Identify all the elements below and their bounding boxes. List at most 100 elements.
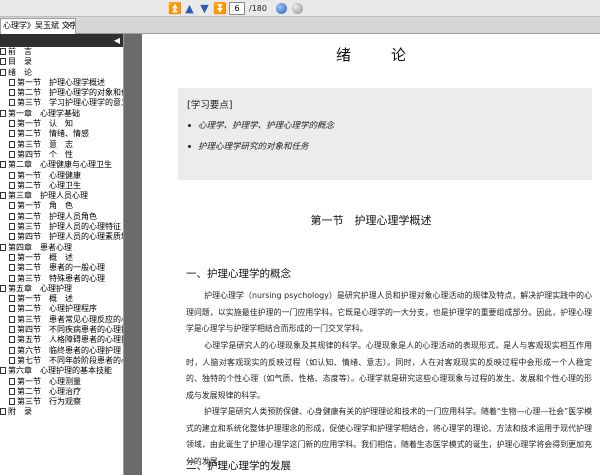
bookmark-item[interactable]: 第一节 心理健康 [0,171,123,181]
bookmark-icon [0,408,6,416]
bookmark-label: 第五节 人格障碍患者的心理护理 [17,335,123,345]
bookmark-item[interactable]: 第四节 护理人员的心理素质培养 [0,232,123,242]
bookmark-label: 第三节 特殊患者的心理 [17,273,105,283]
bookmark-label: 第一节 心理测量 [17,376,81,386]
bookmark-icon [9,387,15,395]
bookmark-label: 第四节 护理人员的心理素质培养 [17,232,123,242]
zoom-icon[interactable] [292,3,303,14]
bookmark-item[interactable]: 第六节 临终患者的心理护理 [0,346,123,356]
bookmark-item[interactable]: 第三节 特殊患者的心理 [0,274,123,284]
bookmark-item[interactable]: 第二节 护理人员角色 [0,212,123,222]
page-title: 绪论 [335,46,446,64]
bookmark-item[interactable]: 第一节 角 色 [0,201,123,211]
prev-page-icon[interactable]: ▲ [183,2,196,15]
bookmark-label: 附 录 [8,407,32,417]
document-tab[interactable]: 心理学》吴玉斌 文字版 × [0,18,76,34]
bookmark-label: 第一节 概 述 [17,294,73,304]
bookmark-label: 第四节 个 性 [17,149,73,159]
bookmark-icon [9,264,15,272]
bookmark-label: 第三节 护理人员的心理特征 [17,222,121,232]
bookmark-item[interactable]: 第一节 认 知 [0,119,123,129]
bookmark-item[interactable]: 第二节 心理治疗 [0,387,123,397]
bookmark-icon [9,377,15,385]
bookmark-item[interactable]: 第二节 情绪、情感 [0,129,123,139]
bookmark-label: 第三节 行为观察 [17,397,81,407]
bookmark-icon [0,161,6,169]
bookmark-label: 第一节 角 色 [17,201,73,211]
bookmark-item[interactable]: 第六章 心理护理的基本技能 [0,366,123,376]
bookmark-item[interactable]: 第三节 护理人员的心理特征 [0,222,123,232]
bookmark-item[interactable]: 第二节 护理心理学的对象和任务 [0,88,123,98]
section-title: 第一节 护理心理学概述 [310,214,432,227]
bullet-icon [188,124,191,127]
bookmark-item[interactable]: 第一章 心理学基础 [0,109,123,119]
bookmark-label: 第三节 学习护理心理学的意义 [17,98,124,108]
bullet-icon [188,145,191,148]
bookmark-item[interactable]: 第三节 学习护理心理学的意义 [0,98,123,108]
bookmark-icon [9,78,15,86]
bookmark-item[interactable]: 第一节 心理测量 [0,377,123,387]
bookmark-item[interactable]: 第二章 心理健康与心理卫生 [0,160,123,170]
bookmark-item[interactable]: 第一节 概 述 [0,294,123,304]
subsection-heading: 一、护理心理学的概念 [186,268,291,280]
bookmark-label: 第六节 临终患者的心理护理 [17,345,121,355]
bookmark-label: 第二章 心理健康与心理卫生 [8,160,112,170]
bookmark-icon [9,120,15,128]
bookmark-label: 第二节 心理卫生 [17,180,81,190]
bookmark-item[interactable]: 第四节 不同疾病患者的心理护理 [0,325,123,335]
bookmark-icon [0,243,6,251]
bookmark-label: 第二节 护理心理学的对象和任务 [17,88,123,98]
bookmark-item[interactable]: 绪 论 [0,68,123,78]
bookmark-label: 第六章 心理护理的基本技能 [8,366,112,376]
tab-bar: 心理学》吴玉斌 文字版 × [0,17,600,34]
bookmark-label: 第五章 心理护理 [8,283,72,293]
bookmark-item[interactable]: 第五章 心理护理 [0,284,123,294]
close-icon[interactable]: × [65,19,73,33]
bookmark-icon [9,233,15,241]
document-page: 绪论 [学习要点] 心理学、护理学、护理心理学的概念 护理心理学研究的对象和任务… [142,34,600,475]
bookmark-item[interactable]: 第五节 人格障碍患者的心理护理 [0,335,123,345]
pane-divider[interactable] [124,34,142,475]
bookmark-item[interactable]: 第四节 个 性 [0,150,123,160]
first-page-icon[interactable]: ⏫ [168,2,182,15]
bookmark-label: 第一节 心理健康 [17,170,81,180]
bookmark-icon [9,346,15,354]
bookmark-item[interactable]: 第四章 患者心理 [0,243,123,253]
last-page-icon[interactable]: ⏬ [213,2,227,15]
bookmark-icon [9,253,15,261]
bookmark-item[interactable]: 第一节 概 述 [0,253,123,263]
bookmark-item[interactable]: 第二节 患者的一般心理 [0,263,123,273]
key-point-item: 心理学、护理学、护理心理学的概念 [188,119,334,131]
page-total-label: /180 [249,4,267,13]
bookmark-item[interactable]: 第三节 患者常见心理反应的心理护理 [0,315,123,325]
bookmark-label: 第二节 心理治疗 [17,386,81,396]
next-page-icon[interactable]: ▼ [198,2,211,15]
bookmark-item[interactable]: 目 录 [0,57,123,67]
bookmark-item[interactable]: 第二节 心理卫生 [0,181,123,191]
go-icon[interactable] [276,3,287,14]
bookmark-icon [9,356,15,364]
bookmark-item[interactable]: 第二节 心理护理程序 [0,304,123,314]
bookmark-item[interactable]: 第三节 行为观察 [0,397,123,407]
paragraph: 心理学是研究人的心理现象及其规律的科学。心理现象是人的心理活动的表现形式，是人与… [186,341,592,400]
bookmark-icon [9,326,15,334]
bookmark-item[interactable]: 第一节 护理心理学概述 [0,78,123,88]
bookmark-label: 第一节 认 知 [17,119,73,129]
sidebar-header: ◀ [0,34,123,47]
paragraph: 护理心理学（nursing psychology）是研究护理人员和护理对象心理活… [186,291,592,333]
bookmark-icon [9,336,15,344]
bookmark-item[interactable]: 第三节 意 志 [0,140,123,150]
bookmark-label: 第一章 心理学基础 [8,108,80,118]
page-number-input[interactable]: 6 [229,2,245,15]
collapse-icon[interactable]: ◀ [114,34,120,47]
bookmark-item[interactable]: 前 言 [0,47,123,57]
bookmark-item[interactable]: 附 录 [0,407,123,417]
bookmark-item[interactable]: 第七节 不同年龄阶段患者的心理护理 [0,356,123,366]
bookmark-label: 绪 论 [8,67,32,77]
bookmark-icon [0,109,6,117]
bookmark-item[interactable]: 第三章 护理人员心理 [0,191,123,201]
bookmark-icon [9,274,15,282]
bookmark-icon [9,305,15,313]
bookmark-sidebar: ◀ 前 言目 录绪 论第一节 护理心理学概述第二节 护理心理学的对象和任务第三节… [0,34,124,475]
bookmark-icon [9,202,15,210]
